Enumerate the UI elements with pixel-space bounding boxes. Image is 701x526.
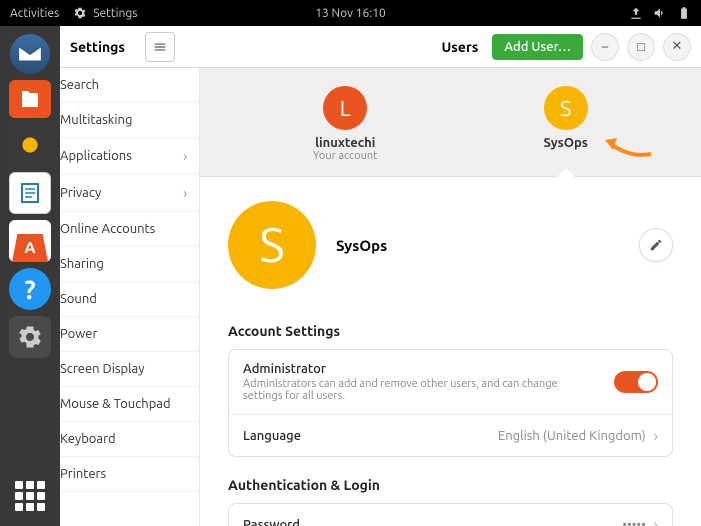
clock[interactable]: 13 Nov 16:10 [315, 7, 385, 20]
row-subtitle: Administrators can add and remove other … [243, 378, 563, 402]
dock-thunderbird[interactable] [10, 34, 50, 74]
user-subtitle: Your account [313, 150, 377, 162]
sidebar-item-applications[interactable]: Applications› [60, 138, 199, 175]
chevron-right-icon: › [183, 185, 187, 201]
add-user-button[interactable]: Add User… [492, 34, 583, 60]
network-icon [629, 6, 643, 20]
password-value: ••••• [622, 518, 645, 526]
hamburger-button[interactable] [145, 32, 175, 62]
avatar: S [544, 86, 588, 130]
dock-help[interactable]: ? [9, 268, 51, 310]
sidebar-item-power[interactable]: Power [60, 317, 199, 352]
sidebar-item-multitasking[interactable]: Multitasking [60, 103, 199, 138]
administrator-toggle[interactable] [614, 371, 658, 393]
pencil-icon [649, 238, 663, 252]
dock-settings[interactable] [9, 316, 51, 358]
window-title: Settings [70, 39, 125, 55]
activities-button[interactable]: Activities [10, 7, 59, 20]
edit-name-button[interactable] [639, 228, 673, 262]
gnome-topbar: Activities Settings 13 Nov 16:10 [0, 0, 701, 26]
row-title: Password [243, 518, 622, 526]
gear-icon [73, 6, 87, 20]
row-title: Language [243, 429, 498, 443]
annotation-arrow [605, 136, 651, 160]
volume-icon [653, 6, 667, 20]
sidebar-item-screen-display[interactable]: Screen Display [60, 352, 199, 387]
profile-header: S SysOps [200, 177, 701, 313]
account-settings-panel: Administrator Administrators can add and… [228, 349, 673, 457]
dock: A ? [0, 26, 60, 526]
sidebar-item-search[interactable]: Search [60, 68, 199, 103]
profile-name: SysOps [336, 237, 387, 254]
user-selector: L linuxtechi Your account S SysOps [200, 68, 701, 177]
dock-libreoffice[interactable] [9, 172, 51, 214]
dock-software[interactable]: A [9, 220, 51, 262]
sidebar-item-sharing[interactable]: Sharing [60, 247, 199, 282]
maximize-button[interactable]: □ [627, 33, 655, 61]
sidebar-item-sound[interactable]: Sound [60, 282, 199, 317]
user-name: linuxtechi [315, 136, 375, 150]
chevron-right-icon: › [183, 148, 187, 164]
chevron-right-icon: › [654, 516, 658, 526]
section-auth-login: Authentication & Login [228, 477, 673, 493]
hamburger-icon [153, 40, 167, 54]
battery-icon [677, 6, 691, 20]
sidebar-item-keyboard[interactable]: Keyboard [60, 422, 199, 457]
row-administrator: Administrator Administrators can add and… [229, 350, 672, 415]
sidebar-item-printers[interactable]: Printers [60, 457, 199, 492]
row-password[interactable]: Password ••••• › [229, 504, 672, 526]
dock-files[interactable] [9, 80, 51, 118]
sidebar-item-mouse-touchpad[interactable]: Mouse & Touchpad [60, 387, 199, 422]
close-button[interactable]: ✕ [663, 33, 691, 61]
row-language[interactable]: Language English (United Kingdom) › [229, 415, 672, 456]
system-tray[interactable] [629, 6, 691, 20]
show-applications-button[interactable] [12, 478, 48, 514]
language-value: English (United Kingdom) [498, 429, 646, 443]
row-title: Administrator [243, 362, 614, 376]
sidebar-item-online-accounts[interactable]: Online Accounts [60, 212, 199, 247]
minimize-button[interactable]: – [591, 33, 619, 61]
section-account-settings: Account Settings [228, 323, 673, 339]
user-chip-sysops[interactable]: S SysOps [544, 86, 588, 176]
main-pane: L linuxtechi Your account S SysOps S Sys… [200, 68, 701, 526]
titlebar: Settings Users Add User… – □ ✕ [0, 26, 701, 68]
auth-panel: Password ••••• › [228, 503, 673, 526]
sidebar-item-privacy[interactable]: Privacy› [60, 175, 199, 212]
user-chip-linuxtechi[interactable]: L linuxtechi Your account [313, 86, 377, 176]
dock-rhythmbox[interactable] [9, 124, 51, 166]
avatar-large[interactable]: S [228, 201, 316, 289]
page-title: Users [441, 39, 478, 55]
settings-window: Settings Users Add User… – □ ✕ Search Mu… [0, 26, 701, 526]
chevron-right-icon: › [654, 427, 658, 444]
user-name: SysOps [544, 136, 588, 150]
avatar: L [323, 86, 367, 130]
topbar-app[interactable]: Settings [73, 6, 137, 20]
